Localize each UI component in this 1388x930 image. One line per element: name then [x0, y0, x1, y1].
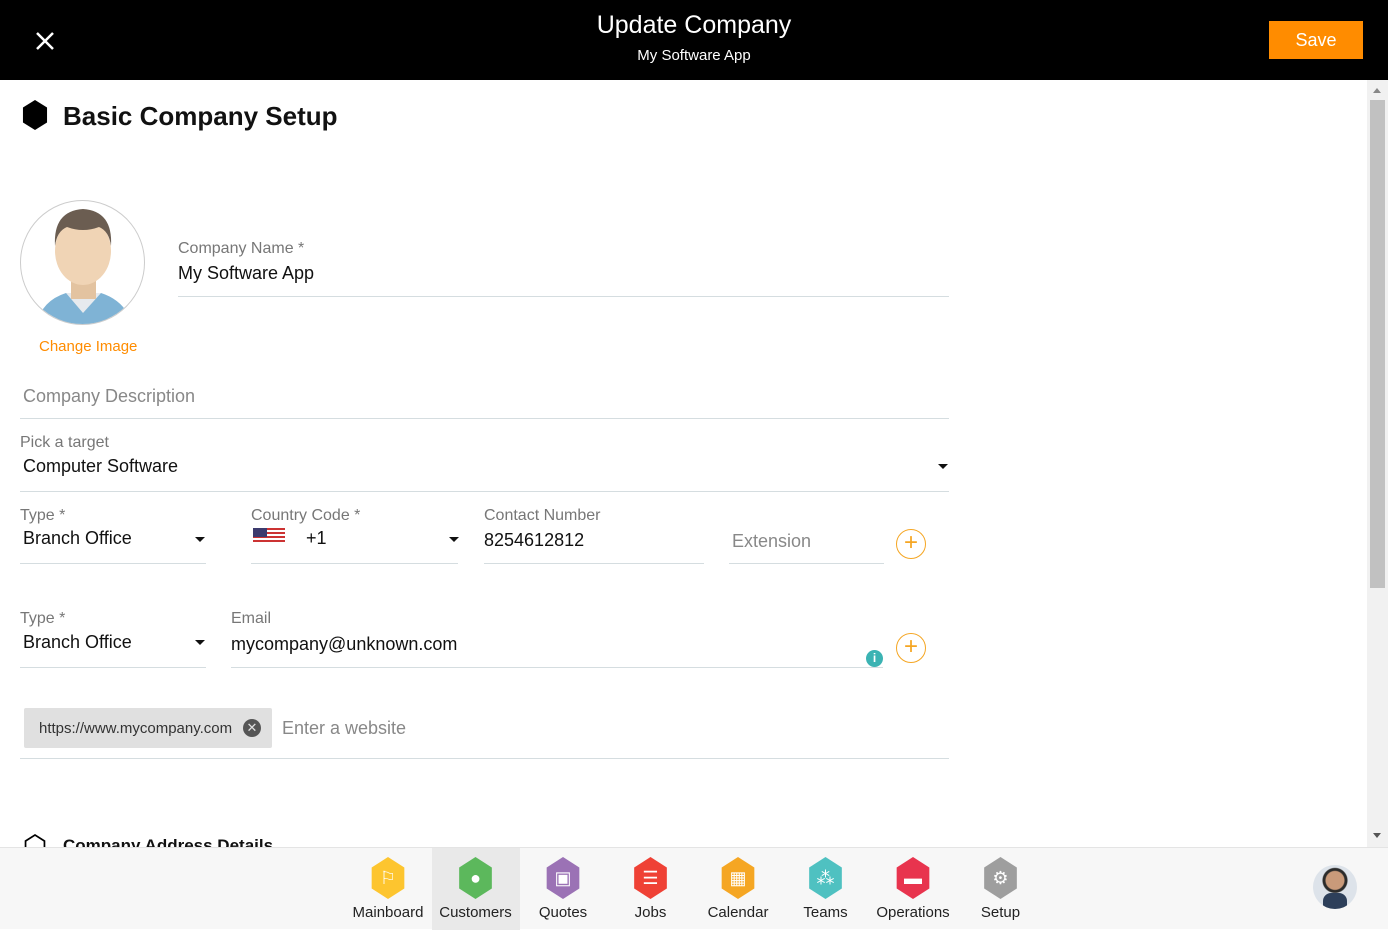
website-chip: https://www.mycompany.com ✕ — [24, 708, 272, 748]
email-type-label: Type * — [20, 610, 66, 627]
page-title: Update Company — [596, 11, 792, 39]
chevron-down-icon[interactable] — [938, 464, 948, 469]
divider — [20, 418, 949, 419]
country-code-label: Country Code * — [251, 507, 361, 524]
target-select[interactable]: Computer Software — [23, 456, 178, 477]
nav-label: Operations — [876, 904, 950, 921]
company-name-input[interactable]: My Software App — [178, 263, 314, 284]
phone-type-select[interactable]: Branch Office — [23, 528, 132, 549]
teams-icon: ⁂ — [809, 857, 842, 899]
nav-label: Setup — [980, 904, 1021, 921]
list-icon: ☰ — [634, 857, 667, 899]
top-bar: Update Company My Software App Save — [0, 0, 1388, 80]
section-hexagon-outline-icon — [24, 834, 46, 847]
bottom-nav: ⚐ Mainboard ● Customers ▣ Quotes ☰ Jobs ▦ Calenda… — [0, 847, 1388, 930]
divider — [729, 563, 884, 564]
user-avatar[interactable] — [1313, 865, 1357, 909]
address-section-title: Company Address Details — [63, 836, 274, 847]
nav-item-operations[interactable]: ▬ Operations — [869, 848, 957, 930]
info-icon[interactable]: i — [866, 650, 883, 667]
divider — [20, 491, 949, 492]
section-title: Basic Company Setup — [63, 101, 338, 131]
nav-item-calendar[interactable]: ▦ Calendar — [694, 848, 782, 930]
divider — [178, 296, 949, 297]
nav-label: Teams — [803, 904, 848, 921]
nav-item-teams[interactable]: ⁂ Teams — [782, 848, 870, 930]
scrollbar[interactable] — [1367, 80, 1388, 847]
divider — [20, 758, 949, 759]
nav-item-mainboard[interactable]: ⚐ Mainboard — [344, 848, 432, 930]
extension-input[interactable]: Extension — [732, 531, 811, 552]
divider — [20, 667, 206, 668]
phone-type-label: Type * — [20, 507, 66, 524]
form-area: Basic Company Setup Change Image Company… — [0, 80, 1367, 847]
nav-item-customers[interactable]: ● Customers — [431, 848, 520, 930]
target-label: Pick a target — [20, 434, 109, 451]
website-input[interactable]: Enter a website — [282, 718, 406, 739]
country-code-select[interactable]: +1 — [306, 528, 327, 549]
email-input[interactable]: mycompany@unknown.com — [231, 634, 457, 655]
scroll-down-icon[interactable] — [1373, 833, 1381, 838]
contact-number-input[interactable]: 8254612812 — [484, 530, 584, 551]
website-chip-label: https://www.mycompany.com — [39, 720, 233, 737]
mainboard-icon: ⚐ — [371, 857, 405, 899]
quotes-icon: ▣ — [546, 857, 580, 899]
email-label: Email — [231, 610, 272, 627]
page-subtitle: My Software App — [637, 47, 751, 64]
change-image-link[interactable]: Change Image — [39, 338, 137, 355]
add-phone-button[interactable]: + — [896, 529, 926, 559]
contact-number-label: Contact Number — [484, 507, 601, 524]
chevron-down-icon[interactable] — [449, 537, 459, 542]
nav-item-setup[interactable]: ⚙ Setup — [957, 848, 1045, 930]
briefcase-icon: ▬ — [896, 857, 930, 899]
nav-item-quotes[interactable]: ▣ Quotes — [519, 848, 607, 930]
user-icon: ● — [459, 857, 492, 899]
nav-item-jobs[interactable]: ☰ Jobs — [607, 848, 695, 930]
chevron-down-icon[interactable] — [195, 537, 205, 542]
remove-chip-icon[interactable]: ✕ — [243, 719, 261, 737]
divider — [251, 563, 458, 564]
nav-label: Quotes — [538, 904, 588, 921]
company-name-label: Company Name * — [178, 240, 305, 257]
nav-label: Jobs — [634, 904, 667, 921]
section-hexagon-icon — [22, 100, 48, 130]
email-type-select[interactable]: Branch Office — [23, 632, 132, 653]
scroll-up-icon[interactable] — [1373, 88, 1381, 93]
us-flag-icon — [253, 528, 285, 544]
divider — [20, 563, 206, 564]
scrollbar-thumb[interactable] — [1370, 100, 1385, 588]
divider — [231, 667, 883, 668]
divider — [484, 563, 704, 564]
avatar[interactable] — [20, 200, 145, 325]
gear-icon: ⚙ — [984, 857, 1017, 899]
nav-label: Mainboard — [352, 904, 424, 921]
chevron-down-icon[interactable] — [195, 640, 205, 645]
company-description-input[interactable]: Company Description — [23, 386, 195, 407]
calendar-icon: ▦ — [721, 857, 755, 899]
nav-label: Calendar — [707, 904, 769, 921]
add-email-button[interactable]: + — [896, 633, 926, 663]
save-button[interactable]: Save — [1269, 21, 1363, 59]
nav-label: Customers — [439, 904, 512, 921]
